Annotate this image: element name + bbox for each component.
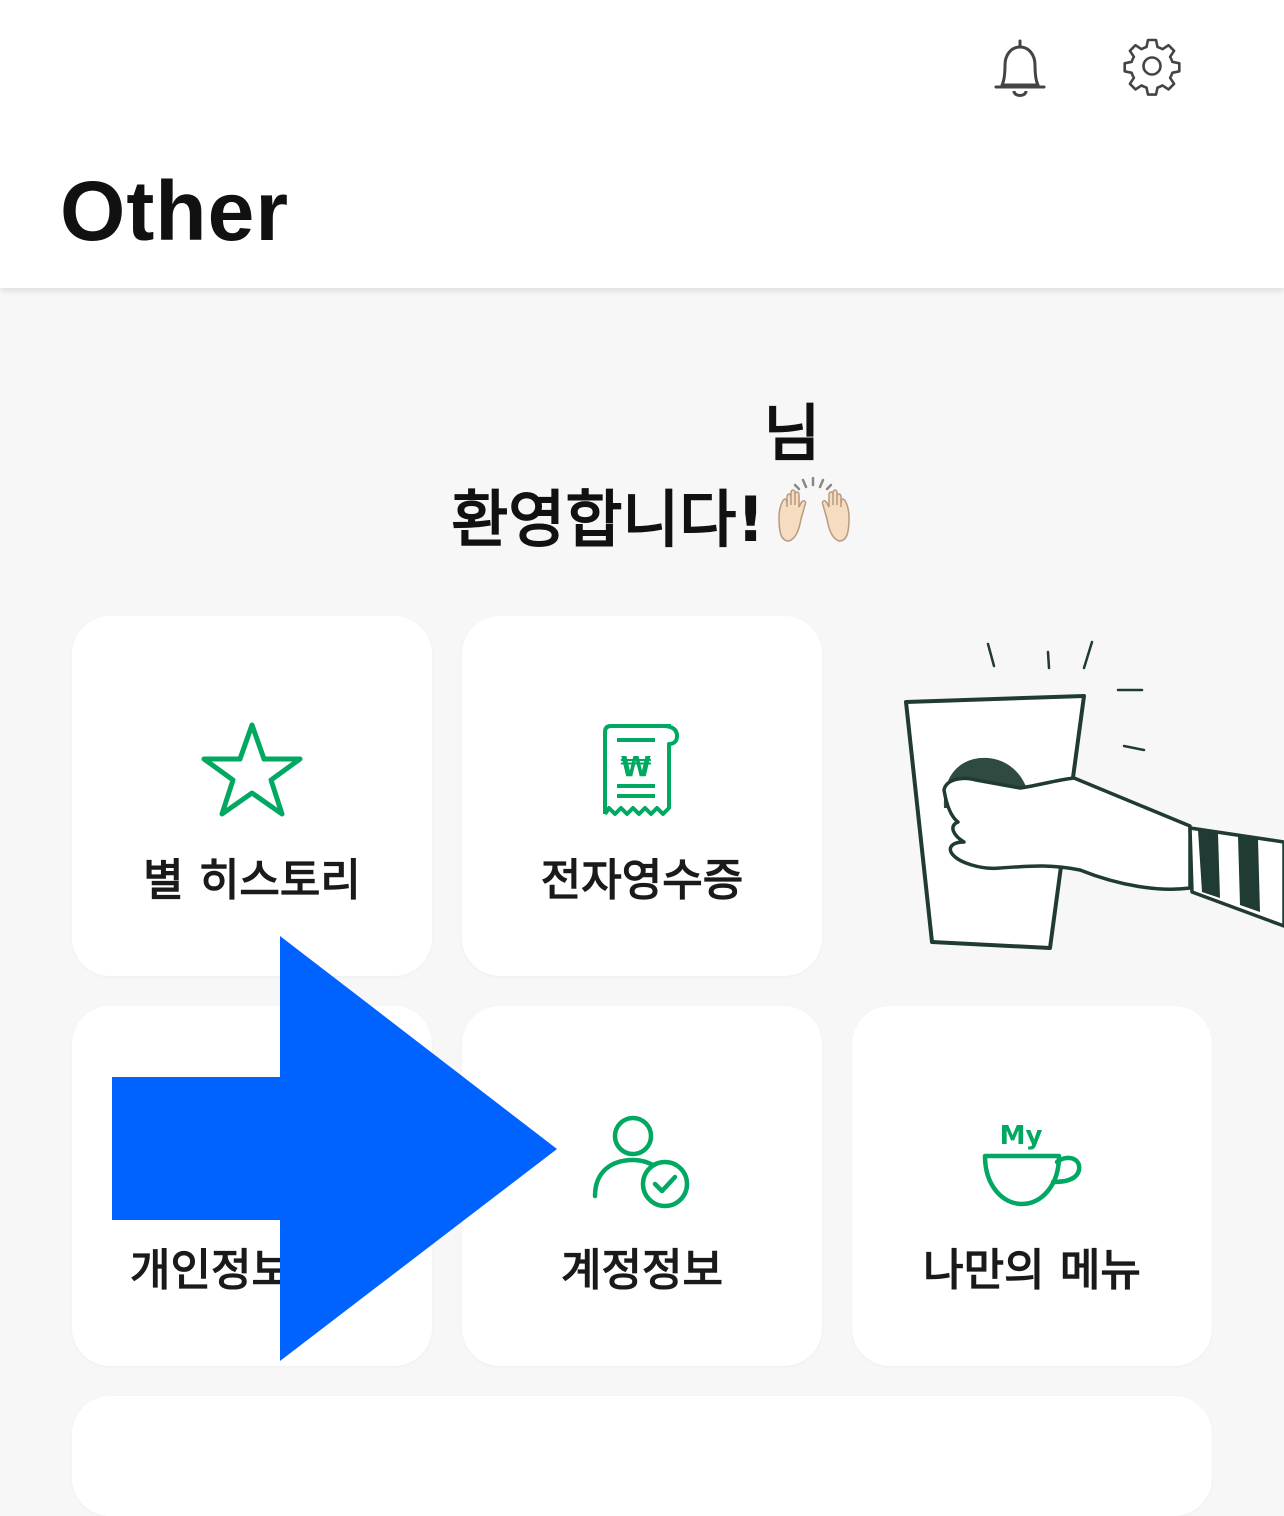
star-icon (72, 720, 432, 820)
e-receipt-tile[interactable]: ₩ 전자영수증 (462, 616, 822, 976)
cup-hand-illustration (880, 630, 1284, 970)
my-cup-icon: My (852, 1116, 1212, 1208)
next-tile-partial[interactable] (72, 1396, 1212, 1516)
e-receipt-label: 전자영수증 (540, 855, 744, 906)
receipt-won-icon: ₩ (462, 722, 822, 822)
user-name-line: 님 (763, 397, 821, 470)
raising-hands-icon (775, 476, 853, 565)
bell-icon (994, 39, 1046, 97)
my-cup-text: My (1000, 1121, 1043, 1151)
settings-button[interactable] (1112, 26, 1192, 106)
receipt-won-symbol: ₩ (621, 750, 652, 783)
star-history-tile[interactable]: 별 히스토리 (72, 616, 432, 976)
gear-icon (1123, 38, 1181, 96)
app-header: Other (0, 0, 1284, 288)
my-menu-label: 나만의 메뉴 (923, 1245, 1141, 1296)
notification-button[interactable] (980, 28, 1060, 108)
welcome-line: 환영합니다! (0, 476, 1284, 565)
highlight-arrow-overlay (112, 936, 558, 1362)
page-title: Other (60, 164, 290, 258)
welcome-text: 환영합니다! (451, 483, 765, 556)
star-history-label: 별 히스토리 (143, 855, 361, 906)
welcome-greeting: 님 환영합니다! (0, 395, 1284, 565)
my-menu-tile[interactable]: My 나만의 메뉴 (852, 1006, 1212, 1366)
